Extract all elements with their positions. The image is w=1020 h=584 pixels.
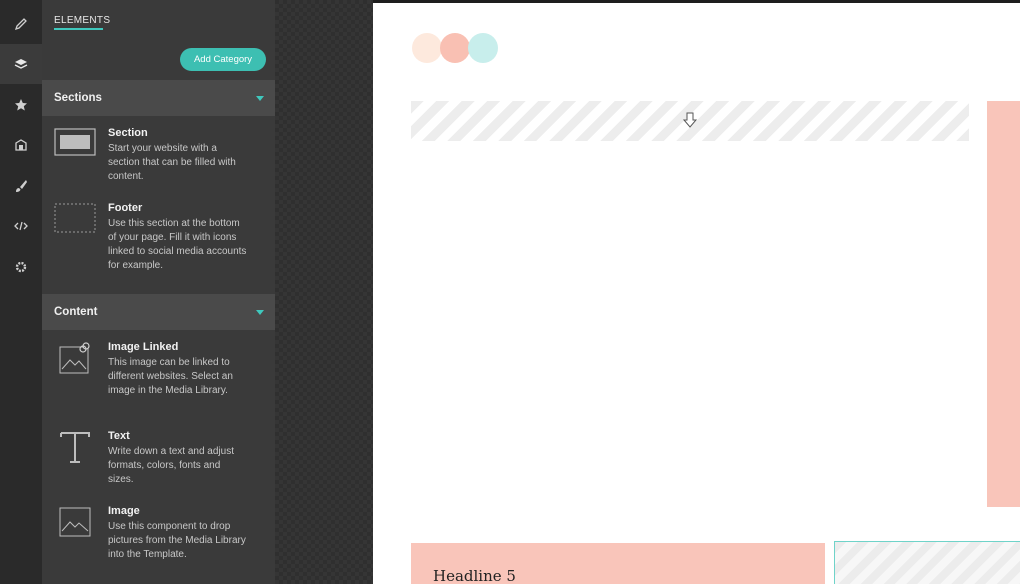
section-header-label: Content	[54, 306, 98, 318]
rail-code-button[interactable]	[0, 206, 42, 246]
logo-circle	[468, 33, 498, 63]
gear-icon	[15, 261, 27, 273]
page-canvas[interactable]: Headline 5	[373, 3, 1020, 584]
canvas-gutter	[275, 0, 373, 584]
section-header-sections[interactable]: Sections	[42, 80, 275, 116]
element-description: Use this component to drop pictures from…	[108, 521, 246, 560]
caret-down-icon	[256, 96, 264, 101]
caret-down-icon	[256, 310, 264, 315]
headline-text[interactable]: Headline 5	[433, 567, 516, 584]
tab-active-underline	[54, 28, 103, 30]
image-link-icon	[59, 342, 90, 374]
element-description: Use this section at the bottom of your p…	[108, 218, 247, 271]
element-title: Section	[108, 127, 148, 139]
icon-rail	[0, 0, 42, 584]
element-description: Start your website with a section that c…	[108, 143, 236, 182]
section-icon	[54, 128, 96, 156]
section-header-content[interactable]: Content	[42, 294, 275, 330]
text-icon	[60, 432, 90, 463]
footer-icon	[54, 203, 96, 233]
pencil-icon	[14, 18, 27, 31]
tab-elements[interactable]: ELEMENTS	[54, 15, 110, 26]
element-title: Text	[108, 430, 130, 442]
rail-layers-button[interactable]	[0, 44, 42, 84]
star-icon	[15, 99, 27, 111]
rail-star-button[interactable]	[0, 85, 42, 125]
brush-icon	[16, 180, 27, 192]
rail-pencil-button[interactable]	[0, 4, 42, 44]
image-icon	[59, 507, 91, 537]
element-title: Image Linked	[108, 341, 179, 353]
drop-arrow-icon	[682, 112, 698, 128]
store-icon	[15, 139, 27, 151]
element-description: This image can be linked to different we…	[108, 357, 233, 396]
code-icon	[14, 221, 28, 231]
element-title: Footer	[108, 202, 143, 214]
rail-brush-button[interactable]	[0, 166, 42, 206]
layers-icon	[14, 59, 28, 69]
logo-circle	[440, 33, 470, 63]
add-category-button[interactable]: Add Category	[180, 48, 266, 71]
logo-circle	[412, 33, 442, 63]
element-title: Image	[108, 505, 140, 517]
rail-store-button[interactable]	[0, 125, 42, 165]
pink-image-block[interactable]	[987, 101, 1020, 507]
image-block-selected[interactable]	[834, 541, 1020, 584]
headline-block[interactable]: Headline 5	[411, 543, 825, 584]
element-description: Write down a text and adjust formats, co…	[108, 446, 234, 485]
section-header-label: Sections	[54, 92, 102, 104]
elements-panel: ELEMENTS Add Category Sections Section S…	[42, 0, 275, 584]
rail-settings-button[interactable]	[0, 247, 42, 287]
